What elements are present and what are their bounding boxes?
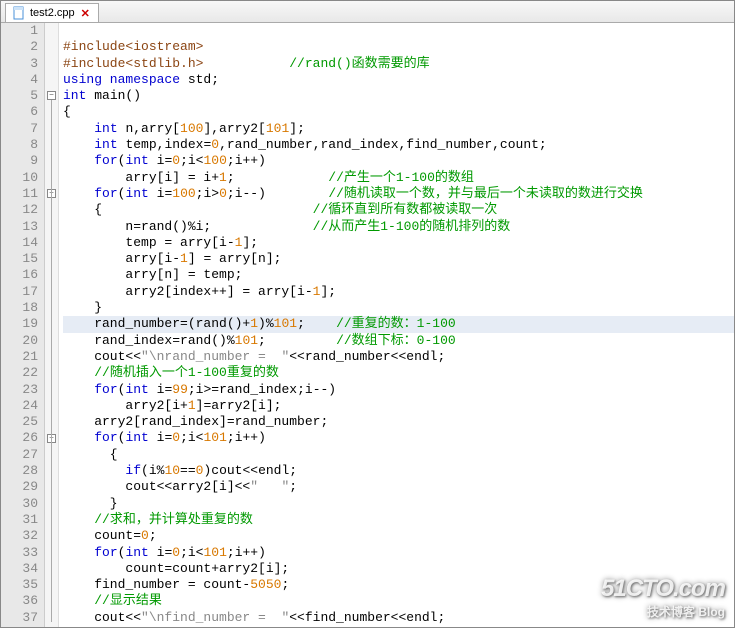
line-number: 7 <box>1 121 38 137</box>
code-line[interactable]: { //循环直到所有数都被读取一次 <box>63 202 734 218</box>
code-editor[interactable]: 1234567891011121314151617181920212223242… <box>1 23 734 627</box>
code-line[interactable]: arry2[i+1]=arry2[i]; <box>63 398 734 414</box>
line-number: 3 <box>1 56 38 72</box>
tab-close-button[interactable]: ✕ <box>79 7 92 20</box>
line-number: 29 <box>1 479 38 495</box>
code-line[interactable]: for(int i=99;i>=rand_index;i--) <box>63 382 734 398</box>
line-number: 24 <box>1 398 38 414</box>
line-number: 8 <box>1 137 38 153</box>
line-number: 25 <box>1 414 38 430</box>
line-number: 18 <box>1 300 38 316</box>
line-number: 17 <box>1 284 38 300</box>
line-number: 10 <box>1 170 38 186</box>
line-number: 6 <box>1 104 38 120</box>
line-number: 28 <box>1 463 38 479</box>
tab-filename: test2.cpp <box>30 7 75 19</box>
code-line[interactable]: for(int i=0;i<101;i++) <box>63 430 734 446</box>
line-number: 34 <box>1 561 38 577</box>
code-line[interactable]: count=0; <box>63 528 734 544</box>
fold-toggle[interactable]: − <box>47 91 56 100</box>
line-number: 37 <box>1 610 38 626</box>
code-line[interactable]: using namespace std; <box>63 72 734 88</box>
code-line[interactable]: rand_number=(rand()+1)%101; //重复的数：1-100 <box>63 316 734 332</box>
line-number-gutter: 1234567891011121314151617181920212223242… <box>1 23 45 627</box>
line-number: 33 <box>1 545 38 561</box>
line-number: 23 <box>1 382 38 398</box>
file-icon <box>12 6 26 20</box>
code-line[interactable]: arry2[rand_index]=rand_number; <box>63 414 734 430</box>
line-number: 32 <box>1 528 38 544</box>
code-line[interactable]: int temp,index=0,rand_number,rand_index,… <box>63 137 734 153</box>
line-number: 1 <box>1 23 38 39</box>
line-number: 35 <box>1 577 38 593</box>
code-line[interactable]: if(i%10==0)cout<<endl; <box>63 463 734 479</box>
line-number: 20 <box>1 333 38 349</box>
code-line[interactable]: n=rand()%i; //从而产生1-100的随机排列的数 <box>63 219 734 235</box>
code-line[interactable]: #include<iostream> <box>63 39 734 55</box>
code-area[interactable]: #include<iostream>#include<stdlib.h> //r… <box>59 23 734 627</box>
code-line[interactable]: #include<stdlib.h> //rand()函数需要的库 <box>63 56 734 72</box>
code-line[interactable]: int n,arry[100],arry2[101]; <box>63 121 734 137</box>
line-number: 21 <box>1 349 38 365</box>
line-number: 4 <box>1 72 38 88</box>
line-number: 11 <box>1 186 38 202</box>
code-line[interactable]: } <box>63 496 734 512</box>
code-line[interactable]: cout<<"\nrand_number = "<<rand_number<<e… <box>63 349 734 365</box>
code-line[interactable]: } <box>63 300 734 316</box>
watermark-line1: 51CTO.com <box>601 575 725 603</box>
code-line[interactable]: return 0; <box>63 626 734 627</box>
line-number: 5 <box>1 88 38 104</box>
code-line[interactable]: arry[i-1] = arry[n]; <box>63 251 734 267</box>
file-tab[interactable]: test2.cpp ✕ <box>5 3 99 22</box>
code-line[interactable]: //随机插入一个1-100重复的数 <box>63 365 734 381</box>
line-number: 14 <box>1 235 38 251</box>
line-number: 2 <box>1 39 38 55</box>
line-number: 19 <box>1 316 38 332</box>
line-number: 9 <box>1 153 38 169</box>
line-number: 31 <box>1 512 38 528</box>
code-line[interactable]: //求和，并计算处重复的数 <box>63 512 734 528</box>
code-line[interactable]: rand_index=rand()%101; //数组下标：0-100 <box>63 333 734 349</box>
watermark-line2: 技术博客 Blog <box>601 603 725 620</box>
code-line[interactable]: for(int i=0;i<100;i++) <box>63 153 734 169</box>
code-line[interactable]: arry[n] = temp; <box>63 267 734 283</box>
line-number: 26 <box>1 430 38 446</box>
line-number: 16 <box>1 267 38 283</box>
code-line[interactable]: { <box>63 104 734 120</box>
fold-gutter: −−− <box>45 23 59 627</box>
line-number: 36 <box>1 593 38 609</box>
tab-bar: test2.cpp ✕ <box>1 1 734 23</box>
code-line[interactable]: { <box>63 447 734 463</box>
line-number: 13 <box>1 219 38 235</box>
fold-guide-line <box>51 100 52 622</box>
line-number: 15 <box>1 251 38 267</box>
line-number: 27 <box>1 447 38 463</box>
code-line[interactable]: int main() <box>63 88 734 104</box>
code-line[interactable]: arry2[index++] = arry[i-1]; <box>63 284 734 300</box>
code-line[interactable]: for(int i=0;i<101;i++) <box>63 545 734 561</box>
watermark: 51CTO.com 技术博客 Blog <box>601 575 725 620</box>
line-number: 12 <box>1 202 38 218</box>
line-number: 30 <box>1 496 38 512</box>
code-line[interactable]: cout<<arry2[i]<<" "; <box>63 479 734 495</box>
code-line[interactable]: temp = arry[i-1]; <box>63 235 734 251</box>
line-number: 22 <box>1 365 38 381</box>
code-line[interactable]: for(int i=100;i>0;i--) //随机读取一个数，并与最后一个未… <box>63 186 734 202</box>
code-line[interactable]: arry[i] = i+1; //产生一个1-100的数组 <box>63 170 734 186</box>
